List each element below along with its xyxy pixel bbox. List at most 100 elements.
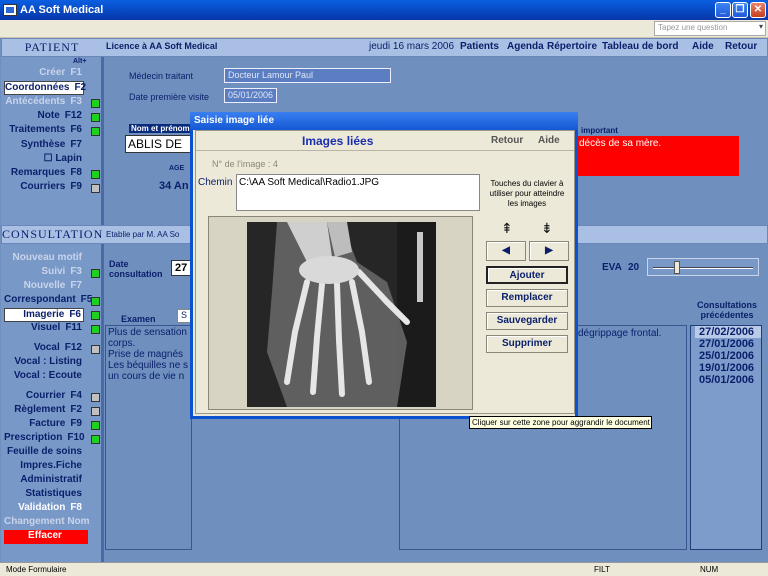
eva-slider[interactable] <box>647 258 759 276</box>
visite-label: Date première visite <box>129 92 210 102</box>
sidebar-item[interactable]: Antécédents F3 <box>4 96 84 110</box>
shortcut-key: F4 <box>70 390 82 401</box>
status-indicator <box>91 127 100 137</box>
help-search-input[interactable]: Tapez une question <box>654 21 766 36</box>
sidebar-item-label: Traitements <box>9 124 66 136</box>
sidebar-item-label: Statistiques <box>25 488 82 499</box>
sidebar-item[interactable]: Feuille de soins <box>4 446 84 460</box>
sidebar-item[interactable]: ☐ Lapin <box>4 153 84 167</box>
sidebar-item[interactable]: Facture F9 <box>4 418 84 432</box>
sidebar-item-label: Vocal <box>33 342 60 353</box>
sidebar-item[interactable]: Suivi F3 <box>4 266 84 280</box>
sidebar-item[interactable]: Correspondant F5 <box>4 294 92 308</box>
chemin-field[interactable]: C:\AA Soft Medical\Radio1.JPG <box>236 174 480 211</box>
close-button[interactable]: ✕ <box>750 2 766 18</box>
sidebar-item[interactable]: Prescription F10 <box>4 432 85 446</box>
status-indicator <box>91 184 100 194</box>
sidebar-item[interactable]: Règlement F2 <box>4 404 84 418</box>
sidebar-item[interactable]: Imagerie F6 <box>4 308 84 322</box>
previous-consultation-item[interactable]: 27/01/2006 <box>695 338 761 350</box>
sidebar-item-label: Courrier <box>25 390 66 401</box>
sidebar-item-label: Remarques <box>10 167 66 179</box>
status-indicator <box>91 421 100 430</box>
nav-retour[interactable]: Retour <box>725 41 757 52</box>
dialog-heading: Images liées <box>302 134 374 148</box>
status-indicator <box>91 311 100 320</box>
previous-consultation-item[interactable]: 27/02/2006 <box>695 326 761 338</box>
consultation-sidebar: Nouveau motif Suivi F3 Nouvelle F7 Correspond… <box>1 244 101 562</box>
sidebar-item-label: Imagerie <box>23 309 65 320</box>
previous-consultations-list[interactable]: 27/02/2006 27/01/2006 25/01/2006 19/01/2006… <box>690 325 762 550</box>
sidebar-item[interactable]: Remarques F8 <box>4 167 84 181</box>
shortcut-key: F8 <box>70 502 82 513</box>
nav-repertoire[interactable]: Répertoire <box>547 41 597 52</box>
sidebar-item[interactable]: Nouvelle F7 <box>4 280 84 294</box>
sidebar-item[interactable]: Créer F1 <box>4 67 84 81</box>
shortcut-key: F6 <box>70 124 82 136</box>
examen-text-area[interactable]: Plus de sensation corps. Prise de magnés Le… <box>105 325 192 550</box>
sidebar-item[interactable]: Statistiques <box>4 488 84 502</box>
nav-patients[interactable]: Patients <box>460 41 499 52</box>
previous-consultation-item[interactable]: 19/01/2006 <box>695 362 761 374</box>
sidebar-item[interactable]: Coordonnées F2 <box>4 81 86 96</box>
sidebar-item[interactable]: Vocal : Ecoute <box>4 370 84 384</box>
divider <box>101 57 104 225</box>
supprimer-button[interactable]: Supprimer <box>486 335 568 353</box>
dialog-retour-link[interactable]: Retour <box>491 135 523 146</box>
nav-agenda[interactable]: Agenda <box>507 41 544 52</box>
sidebar-item-label: Feuille de soins <box>6 446 82 457</box>
sidebar-item[interactable]: Validation F8 <box>4 502 84 516</box>
nav-tableau-de-bord[interactable]: Tableau de bord <box>602 41 679 52</box>
sidebar-item[interactable]: Administratif <box>4 474 84 488</box>
shortcut-key: F12 <box>64 342 82 353</box>
eva-slider-thumb[interactable] <box>674 261 680 274</box>
nav-aide[interactable]: Aide <box>692 41 714 52</box>
prev-image-button[interactable]: ◀ <box>486 241 526 261</box>
sidebar-item-label: ☐ Lapin <box>43 152 82 164</box>
sidebar-item-label: Coordonnées <box>5 82 70 94</box>
last-image-icon[interactable]: ⇟ <box>541 220 553 237</box>
sidebar-item[interactable]: Note F12 <box>4 110 84 124</box>
status-bar: Mode Formulaire FILT NUM <box>0 562 768 576</box>
remplacer-button[interactable]: Remplacer <box>486 289 568 307</box>
important-note[interactable]: décès de sa mère. <box>575 136 739 176</box>
sidebar-item-label: Note <box>37 109 60 121</box>
restore-button[interactable]: ❐ <box>732 2 748 18</box>
medecin-field[interactable]: Docteur Lamour Paul <box>224 68 391 83</box>
sidebar-item[interactable]: Changement Nom <box>4 516 90 530</box>
dialog-aide-link[interactable]: Aide <box>538 135 560 146</box>
sidebar-item[interactable]: Impres.Fiche <box>4 460 84 474</box>
eva-slider-track <box>653 267 753 269</box>
sidebar-item[interactable]: Courrier F4 <box>4 390 84 404</box>
first-visit-field[interactable]: 05/01/2006 <box>224 88 277 103</box>
image-preview-frame[interactable] <box>208 216 473 410</box>
next-image-button[interactable]: ▶ <box>529 241 569 261</box>
ajouter-button[interactable]: Ajouter <box>486 266 568 284</box>
minimize-button[interactable]: _ <box>715 2 731 18</box>
medecin-label: Médecin traitant <box>129 71 194 81</box>
examen-label: Examen <box>121 314 156 324</box>
keys-hint: Touches du clavier à utiliser pour attei… <box>489 179 565 208</box>
sidebar-item[interactable]: Vocal : Listing <box>4 356 84 370</box>
status-indicator <box>91 297 100 306</box>
menu-bar: Tapez une question <box>0 20 768 38</box>
patient-name-field[interactable]: ABLIS DE N <box>125 135 193 153</box>
sauvegarder-button[interactable]: Sauvegarder <box>486 312 568 330</box>
first-image-icon[interactable]: ⇞ <box>501 220 513 237</box>
sidebar-item[interactable]: Vocal F12 <box>4 342 84 356</box>
sidebar-item[interactable]: Visuel F11 <box>4 322 84 336</box>
xray-image[interactable] <box>247 222 436 407</box>
sidebar-item-label: Antécédents <box>5 95 66 107</box>
note-line: corps. <box>108 338 136 349</box>
status-indicator <box>91 170 100 180</box>
sidebar-item[interactable]: Nouveau motif <box>4 252 84 266</box>
sidebar-item[interactable]: Effacer <box>4 530 88 544</box>
previous-consultation-item[interactable]: 05/01/2006 <box>695 374 761 386</box>
sidebar-item-label: Vocal : Ecoute <box>13 370 82 381</box>
sidebar-item-label: Visuel <box>31 322 61 333</box>
previous-consultation-item[interactable]: 25/01/2006 <box>695 350 761 362</box>
examen-tab[interactable]: S <box>177 309 191 323</box>
sidebar-item[interactable]: Traitements F6 <box>4 124 84 138</box>
sidebar-item[interactable]: Courriers F9 <box>4 181 84 195</box>
sidebar-item[interactable]: Synthèse F7 <box>4 139 84 153</box>
